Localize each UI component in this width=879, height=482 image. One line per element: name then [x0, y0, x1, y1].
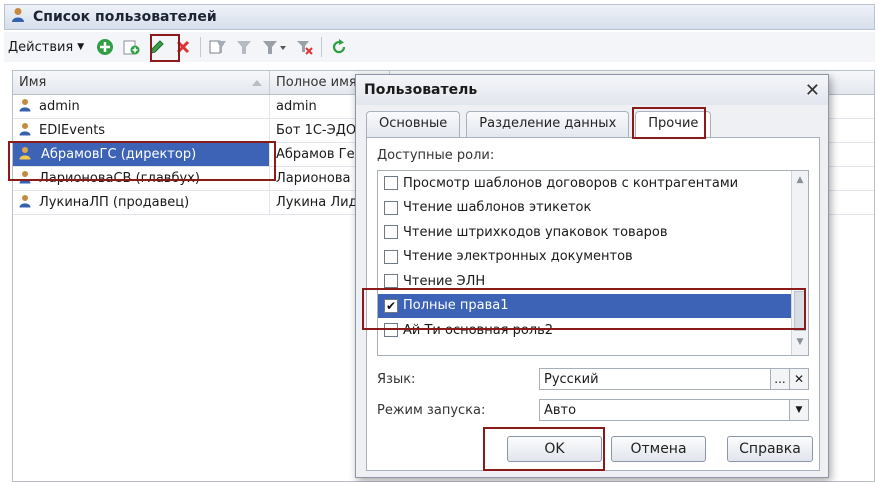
role-checkbox[interactable] [384, 176, 398, 191]
role-item[interactable]: Чтение шаблонов этикеток [378, 196, 808, 221]
filter-icon[interactable] [233, 36, 255, 58]
column-header-name[interactable]: Имя [13, 71, 270, 94]
role-item-selected[interactable]: ✔ Полные права1 [378, 293, 808, 318]
role-checkbox[interactable] [384, 323, 398, 338]
filter-settings-icon[interactable] [207, 36, 229, 58]
delete-icon[interactable] [172, 36, 194, 58]
window-title-bar: Список пользователей [4, 4, 875, 30]
user-icon [19, 122, 31, 140]
startup-mode-label: Режим запуска: [377, 403, 486, 418]
table-cell-name: EDIEvents [13, 119, 270, 142]
window-title: Список пользователей [33, 9, 217, 25]
role-checkbox[interactable] [384, 200, 398, 215]
user-name: EDIEvents [39, 123, 106, 138]
user-name: АбрамовГС (директор) [41, 147, 197, 162]
help-button[interactable]: Справка [727, 436, 813, 462]
copy-icon[interactable] [120, 36, 142, 58]
add-icon[interactable] [94, 36, 116, 58]
table-cell-name: ЛукинаЛП (продавец) [13, 191, 270, 214]
language-select-button[interactable]: ... [770, 368, 790, 390]
roles-list: Просмотр шаблонов договоров с контрагент… [377, 170, 809, 356]
role-item[interactable]: Просмотр шаблонов договоров с контрагент… [378, 171, 808, 196]
role-checkbox-checked[interactable]: ✔ [384, 298, 398, 313]
clear-filter-icon[interactable] [293, 36, 315, 58]
role-checkbox[interactable] [384, 274, 398, 289]
user-name: ЛукинаЛП (продавец) [39, 195, 190, 210]
refresh-icon[interactable] [328, 36, 350, 58]
role-label: Чтение шаблонов этикеток [403, 200, 592, 216]
scroll-down-icon[interactable]: ▼ [794, 337, 806, 351]
scroll-up-icon[interactable]: ▲ [794, 175, 806, 189]
roles-label: Доступные роли: [377, 148, 495, 163]
column-header-label: Имя [19, 75, 47, 90]
language-label: Язык: [377, 372, 416, 387]
roles-scrollbar[interactable]: ▲ ▼ [791, 171, 808, 355]
admin-user-icon [19, 146, 33, 164]
user-dialog: Пользователь ✕ Основные Разделение данны… [355, 74, 829, 478]
table-cell-name: admin [13, 95, 270, 118]
chevron-down-icon: ▼ [77, 42, 85, 52]
actions-label: Действия [8, 39, 74, 55]
toolbar: Действия ▼ [4, 32, 875, 62]
chevron-down-icon[interactable]: ▼ [789, 399, 809, 421]
role-item[interactable]: Чтение штрихкодов упаковок товаров [378, 220, 808, 245]
user-icon [19, 170, 31, 188]
user-icon [19, 98, 31, 116]
ok-button[interactable]: OK [507, 436, 602, 462]
scroll-thumb[interactable] [794, 291, 806, 331]
role-label: Просмотр шаблонов договоров с контрагент… [403, 175, 739, 191]
role-label: Чтение электронных документов [403, 249, 633, 265]
role-checkbox[interactable] [384, 225, 398, 240]
user-icon [19, 194, 31, 212]
dialog-tabs: Основные Разделение данных Прочие [366, 111, 717, 137]
tab-panel-other: Доступные роли: Просмотр шаблонов догово… [366, 137, 820, 471]
user-list-icon [11, 7, 25, 27]
tab-data-separation[interactable]: Разделение данных [466, 111, 630, 137]
startup-mode-select[interactable]: Авто [539, 399, 791, 421]
sort-icon [251, 77, 263, 87]
table-cell-name: ЛарионоваСВ (главбух) [13, 167, 270, 190]
role-checkbox[interactable] [384, 249, 398, 264]
role-item[interactable]: Чтение электронных документов [378, 245, 808, 270]
language-clear-button[interactable]: ✕ [789, 368, 809, 390]
tab-other[interactable]: Прочие [635, 111, 712, 137]
dialog-title: Пользователь [364, 82, 478, 98]
tab-basic[interactable]: Основные [366, 111, 461, 137]
role-label: Ай Ти основная роль2 [403, 322, 554, 338]
role-label: Полные права1 [403, 298, 509, 314]
table-cell-name: АбрамовГС (директор) [13, 143, 270, 166]
toolbar-separator [321, 37, 323, 57]
toolbar-separator [200, 37, 202, 57]
close-icon[interactable]: ✕ [805, 80, 820, 101]
user-name: ЛарионоваСВ (главбух) [39, 171, 200, 186]
role-item[interactable]: Чтение ЭЛН [378, 269, 808, 294]
user-name: admin [39, 99, 80, 114]
role-label: Чтение ЭЛН [403, 273, 486, 289]
language-field[interactable]: Русский [539, 368, 771, 390]
column-header-label: Полное имя [276, 75, 357, 90]
actions-menu[interactable]: Действия ▼ [8, 40, 84, 55]
role-item[interactable]: Ай Ти основная роль2 [378, 318, 808, 343]
cancel-button[interactable]: Отмена [611, 436, 706, 462]
role-label: Чтение штрихкодов упаковок товаров [403, 224, 668, 240]
filter-dropdown-icon[interactable] [259, 36, 289, 58]
dialog-title-bar: Пользователь ✕ [356, 75, 828, 105]
edit-icon[interactable] [146, 36, 168, 58]
